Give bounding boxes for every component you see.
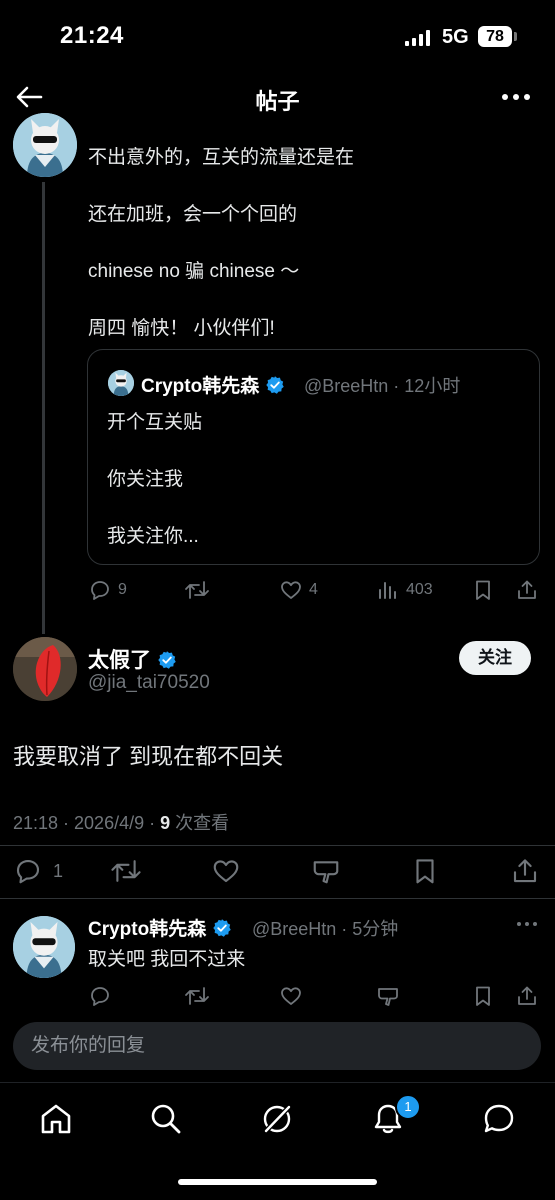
- quoted-handle-time: @BreeHtn · 12小时: [304, 376, 461, 396]
- status-bar: 21:24 5G 78: [0, 0, 555, 72]
- notification-badge: 1: [395, 1094, 421, 1120]
- repost-button[interactable]: [110, 856, 142, 886]
- quoted-text-line: 开个互关贴: [107, 412, 203, 433]
- like-button[interactable]: 4: [279, 578, 318, 602]
- repost-button[interactable]: [184, 578, 210, 602]
- post-text-line: 不出意外的，互关的流量还是在: [88, 147, 355, 168]
- like-button[interactable]: [279, 984, 303, 1008]
- top-bar: 帖子: [0, 72, 555, 124]
- page-title: 帖子: [255, 89, 300, 114]
- share-button[interactable]: [515, 578, 539, 602]
- author-name: 太假了: [88, 649, 151, 672]
- quoted-text-line: 我关注你...: [107, 526, 199, 547]
- broken-heart-icon: [378, 988, 398, 1006]
- reply-button[interactable]: [88, 984, 112, 1008]
- share-button[interactable]: [510, 856, 540, 886]
- post-text-line: 周四 愉快！ 小伙伴们!: [88, 318, 275, 339]
- thread-line: [42, 182, 45, 634]
- heart-icon: [213, 860, 239, 883]
- battery-icon: [514, 32, 517, 41]
- reply-icon: [16, 859, 40, 884]
- verified-badge-icon: [158, 651, 176, 669]
- avatar: [108, 370, 134, 396]
- share-icon: [518, 986, 536, 1005]
- reply-button[interactable]: 1: [13, 856, 63, 886]
- bookmark-button[interactable]: [410, 856, 440, 886]
- quoted-post[interactable]: Crypto韩先森 @BreeHtn · 12小时 开个互关贴 你关注我 我关注…: [87, 349, 540, 565]
- reply-body: 取关吧 我回不过来: [88, 949, 246, 970]
- battery-level: 78: [478, 26, 512, 47]
- dislike-button[interactable]: [311, 856, 341, 886]
- author-name-row: 太假了: [88, 644, 177, 674]
- search-icon[interactable]: [148, 1101, 184, 1137]
- share-icon: [518, 580, 536, 599]
- views-label: 次查看: [170, 813, 230, 833]
- reply-author-row: Crypto韩先森: [88, 914, 232, 941]
- more-options-icon[interactable]: [496, 80, 536, 114]
- reply-handle-time: @BreeHtn · 5分钟: [252, 919, 399, 939]
- divider: [0, 845, 555, 846]
- divider: [0, 898, 555, 899]
- follow-button[interactable]: 关注: [459, 641, 531, 675]
- dislike-button[interactable]: [376, 984, 400, 1008]
- views-button[interactable]: 403: [376, 578, 433, 602]
- cellular-signal-icon: [405, 30, 435, 46]
- bookmark-button[interactable]: [471, 578, 495, 602]
- author-handle[interactable]: @jia_tai70520: [88, 672, 210, 694]
- home-indicator: [178, 1179, 377, 1185]
- avatar[interactable]: [13, 113, 77, 177]
- bookmark-icon: [476, 986, 490, 1006]
- like-button[interactable]: [211, 856, 241, 886]
- post-view-count: 9: [160, 813, 171, 833]
- more-options-icon[interactable]: [512, 914, 542, 934]
- repost-icon: [185, 581, 209, 599]
- reply-button[interactable]: 9: [88, 578, 127, 602]
- repost-button[interactable]: [184, 984, 210, 1008]
- bookmark-icon: [416, 859, 434, 884]
- verified-badge-icon: [212, 919, 231, 937]
- reply-count: 1: [53, 860, 64, 881]
- post-detail-screen: 21:24 5G 78 帖子 不出意外的，互关的流量还是在 还在加班，会一个个回…: [0, 0, 555, 1200]
- author-name: Crypto韩先森: [141, 376, 260, 397]
- status-time: 21:24: [60, 22, 124, 49]
- quoted-author: Crypto韩先森: [141, 371, 285, 398]
- verified-badge-icon: [265, 376, 284, 394]
- cat-avatar-icon: [13, 916, 75, 978]
- views-chart-icon: [379, 582, 396, 599]
- grok-icon[interactable]: [259, 1101, 295, 1137]
- reply-icon: [91, 987, 109, 1006]
- cat-avatar-icon: [108, 370, 134, 396]
- home-icon[interactable]: [38, 1101, 74, 1137]
- post-text-line: chinese no 骗 chinese ～: [88, 261, 300, 282]
- post-meta: 21:18 · 2026/4/9 · 9 次查看: [13, 809, 229, 835]
- quoted-text-line: 你关注我: [107, 469, 184, 490]
- author-name: Crypto韩先森: [88, 919, 207, 940]
- broken-heart-icon: [313, 861, 339, 884]
- share-button[interactable]: [515, 984, 539, 1008]
- heart-icon: [281, 987, 301, 1005]
- messages-icon[interactable]: [481, 1101, 517, 1137]
- reply-count: 9: [118, 581, 127, 598]
- cat-avatar-icon: [13, 113, 77, 177]
- network-type: 5G: [442, 26, 469, 48]
- post-body: 我要取消了 到现在都不回关: [13, 744, 284, 769]
- bookmark-icon: [476, 580, 490, 600]
- avatar[interactable]: [13, 916, 75, 978]
- view-count: 403: [406, 581, 433, 598]
- like-count: 4: [309, 581, 318, 598]
- post-timestamp: 21:18 · 2026/4/9 ·: [13, 813, 161, 833]
- heart-icon: [281, 581, 301, 599]
- post-text-line: 还在加班，会一个个回的: [88, 204, 298, 225]
- bookmark-button[interactable]: [471, 984, 495, 1008]
- repost-icon: [111, 860, 141, 882]
- red-leaf-avatar-icon: [13, 637, 77, 701]
- reply-icon: [91, 581, 109, 600]
- reply-input[interactable]: 发布你的回复: [13, 1022, 541, 1070]
- share-icon: [513, 859, 537, 883]
- avatar[interactable]: [13, 637, 77, 701]
- repost-icon: [185, 987, 209, 1005]
